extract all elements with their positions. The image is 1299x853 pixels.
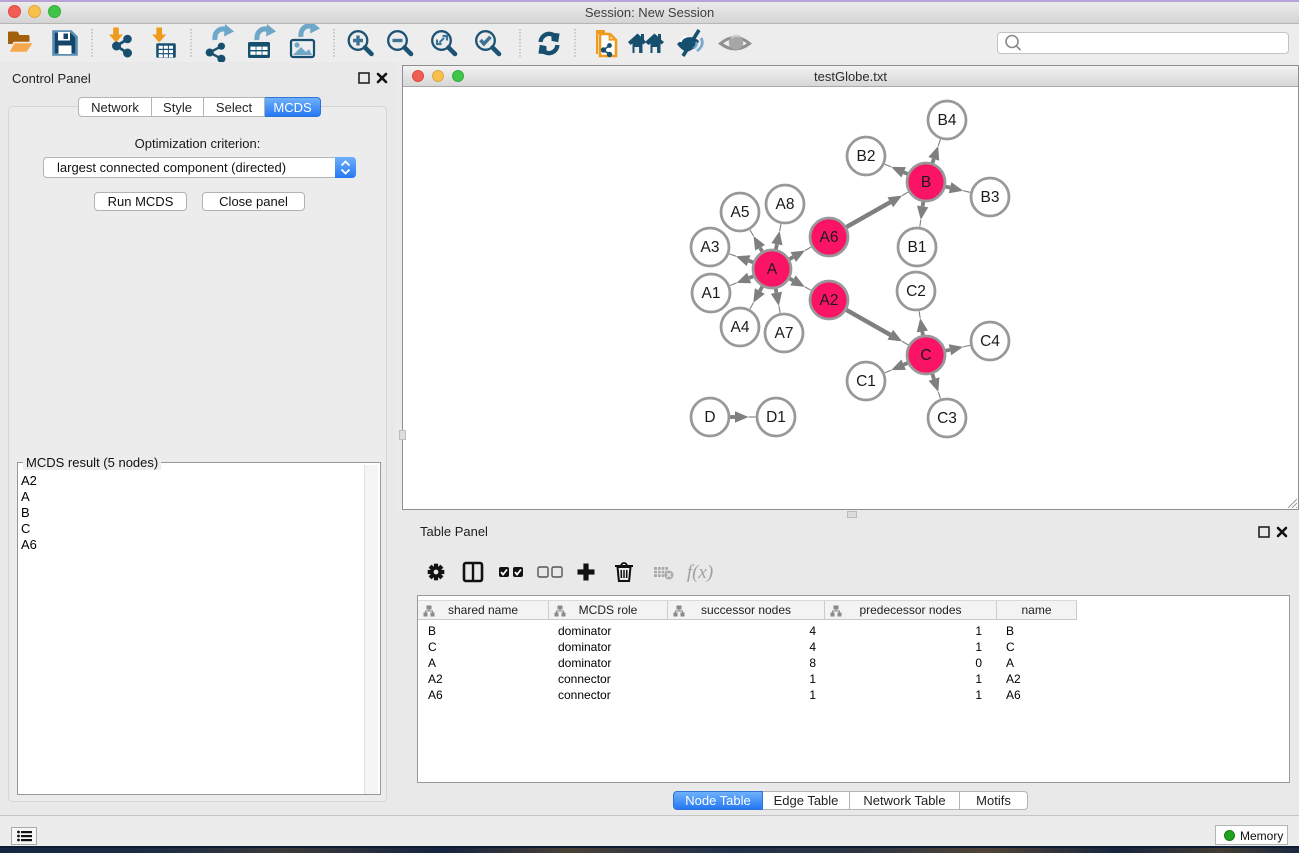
svg-text:A5: A5 bbox=[731, 204, 750, 221]
svg-text:B2: B2 bbox=[857, 148, 876, 165]
svg-text:f(x): f(x) bbox=[687, 562, 713, 583]
svg-text:A: A bbox=[767, 261, 778, 278]
svg-text:C3: C3 bbox=[937, 410, 957, 427]
svg-text:D1: D1 bbox=[766, 409, 786, 426]
svg-text:A6: A6 bbox=[820, 229, 839, 246]
svg-text:B4: B4 bbox=[938, 112, 957, 129]
svg-text:A4: A4 bbox=[731, 319, 750, 336]
svg-text:A3: A3 bbox=[701, 239, 720, 256]
svg-text:B: B bbox=[921, 174, 931, 191]
svg-text:C: C bbox=[920, 347, 931, 364]
svg-text:C4: C4 bbox=[980, 333, 1000, 350]
svg-text:A7: A7 bbox=[775, 325, 794, 342]
svg-text:C1: C1 bbox=[856, 373, 876, 390]
svg-text:D: D bbox=[704, 409, 715, 426]
svg-text:B3: B3 bbox=[981, 189, 1000, 206]
svg-text:A8: A8 bbox=[776, 196, 795, 213]
svg-text:A2: A2 bbox=[820, 292, 839, 309]
svg-text:A1: A1 bbox=[702, 285, 721, 302]
svg-text:B1: B1 bbox=[908, 239, 927, 256]
svg-text:C2: C2 bbox=[906, 283, 926, 300]
